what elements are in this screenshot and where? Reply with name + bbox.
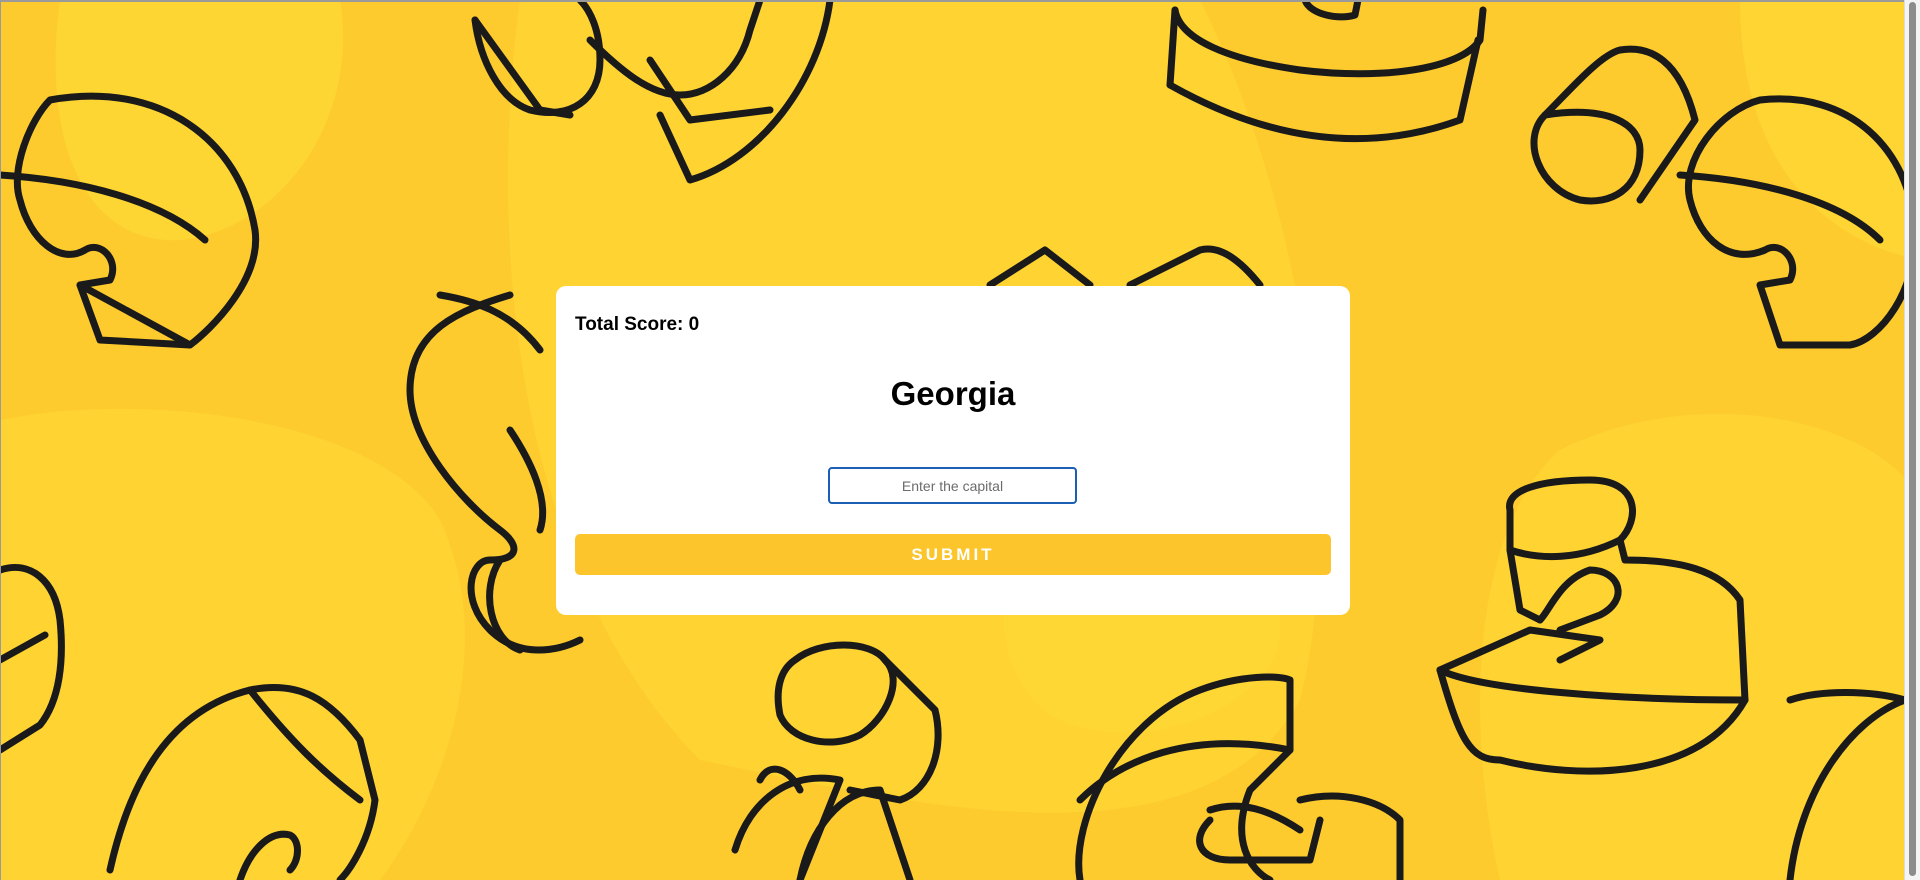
capital-input[interactable] [828,467,1077,504]
scrollbar-thumb[interactable] [1909,2,1916,876]
state-name: Georgia [890,375,1016,412]
window-top-border [0,0,1920,2]
vertical-scrollbar[interactable] [1904,0,1920,880]
quiz-card: Total Score: 0 Georgia SUBMIT [556,286,1350,615]
window-left-border [0,0,1,880]
total-score: Total Score: 0 [575,314,700,335]
submit-button[interactable]: SUBMIT [575,534,1331,575]
